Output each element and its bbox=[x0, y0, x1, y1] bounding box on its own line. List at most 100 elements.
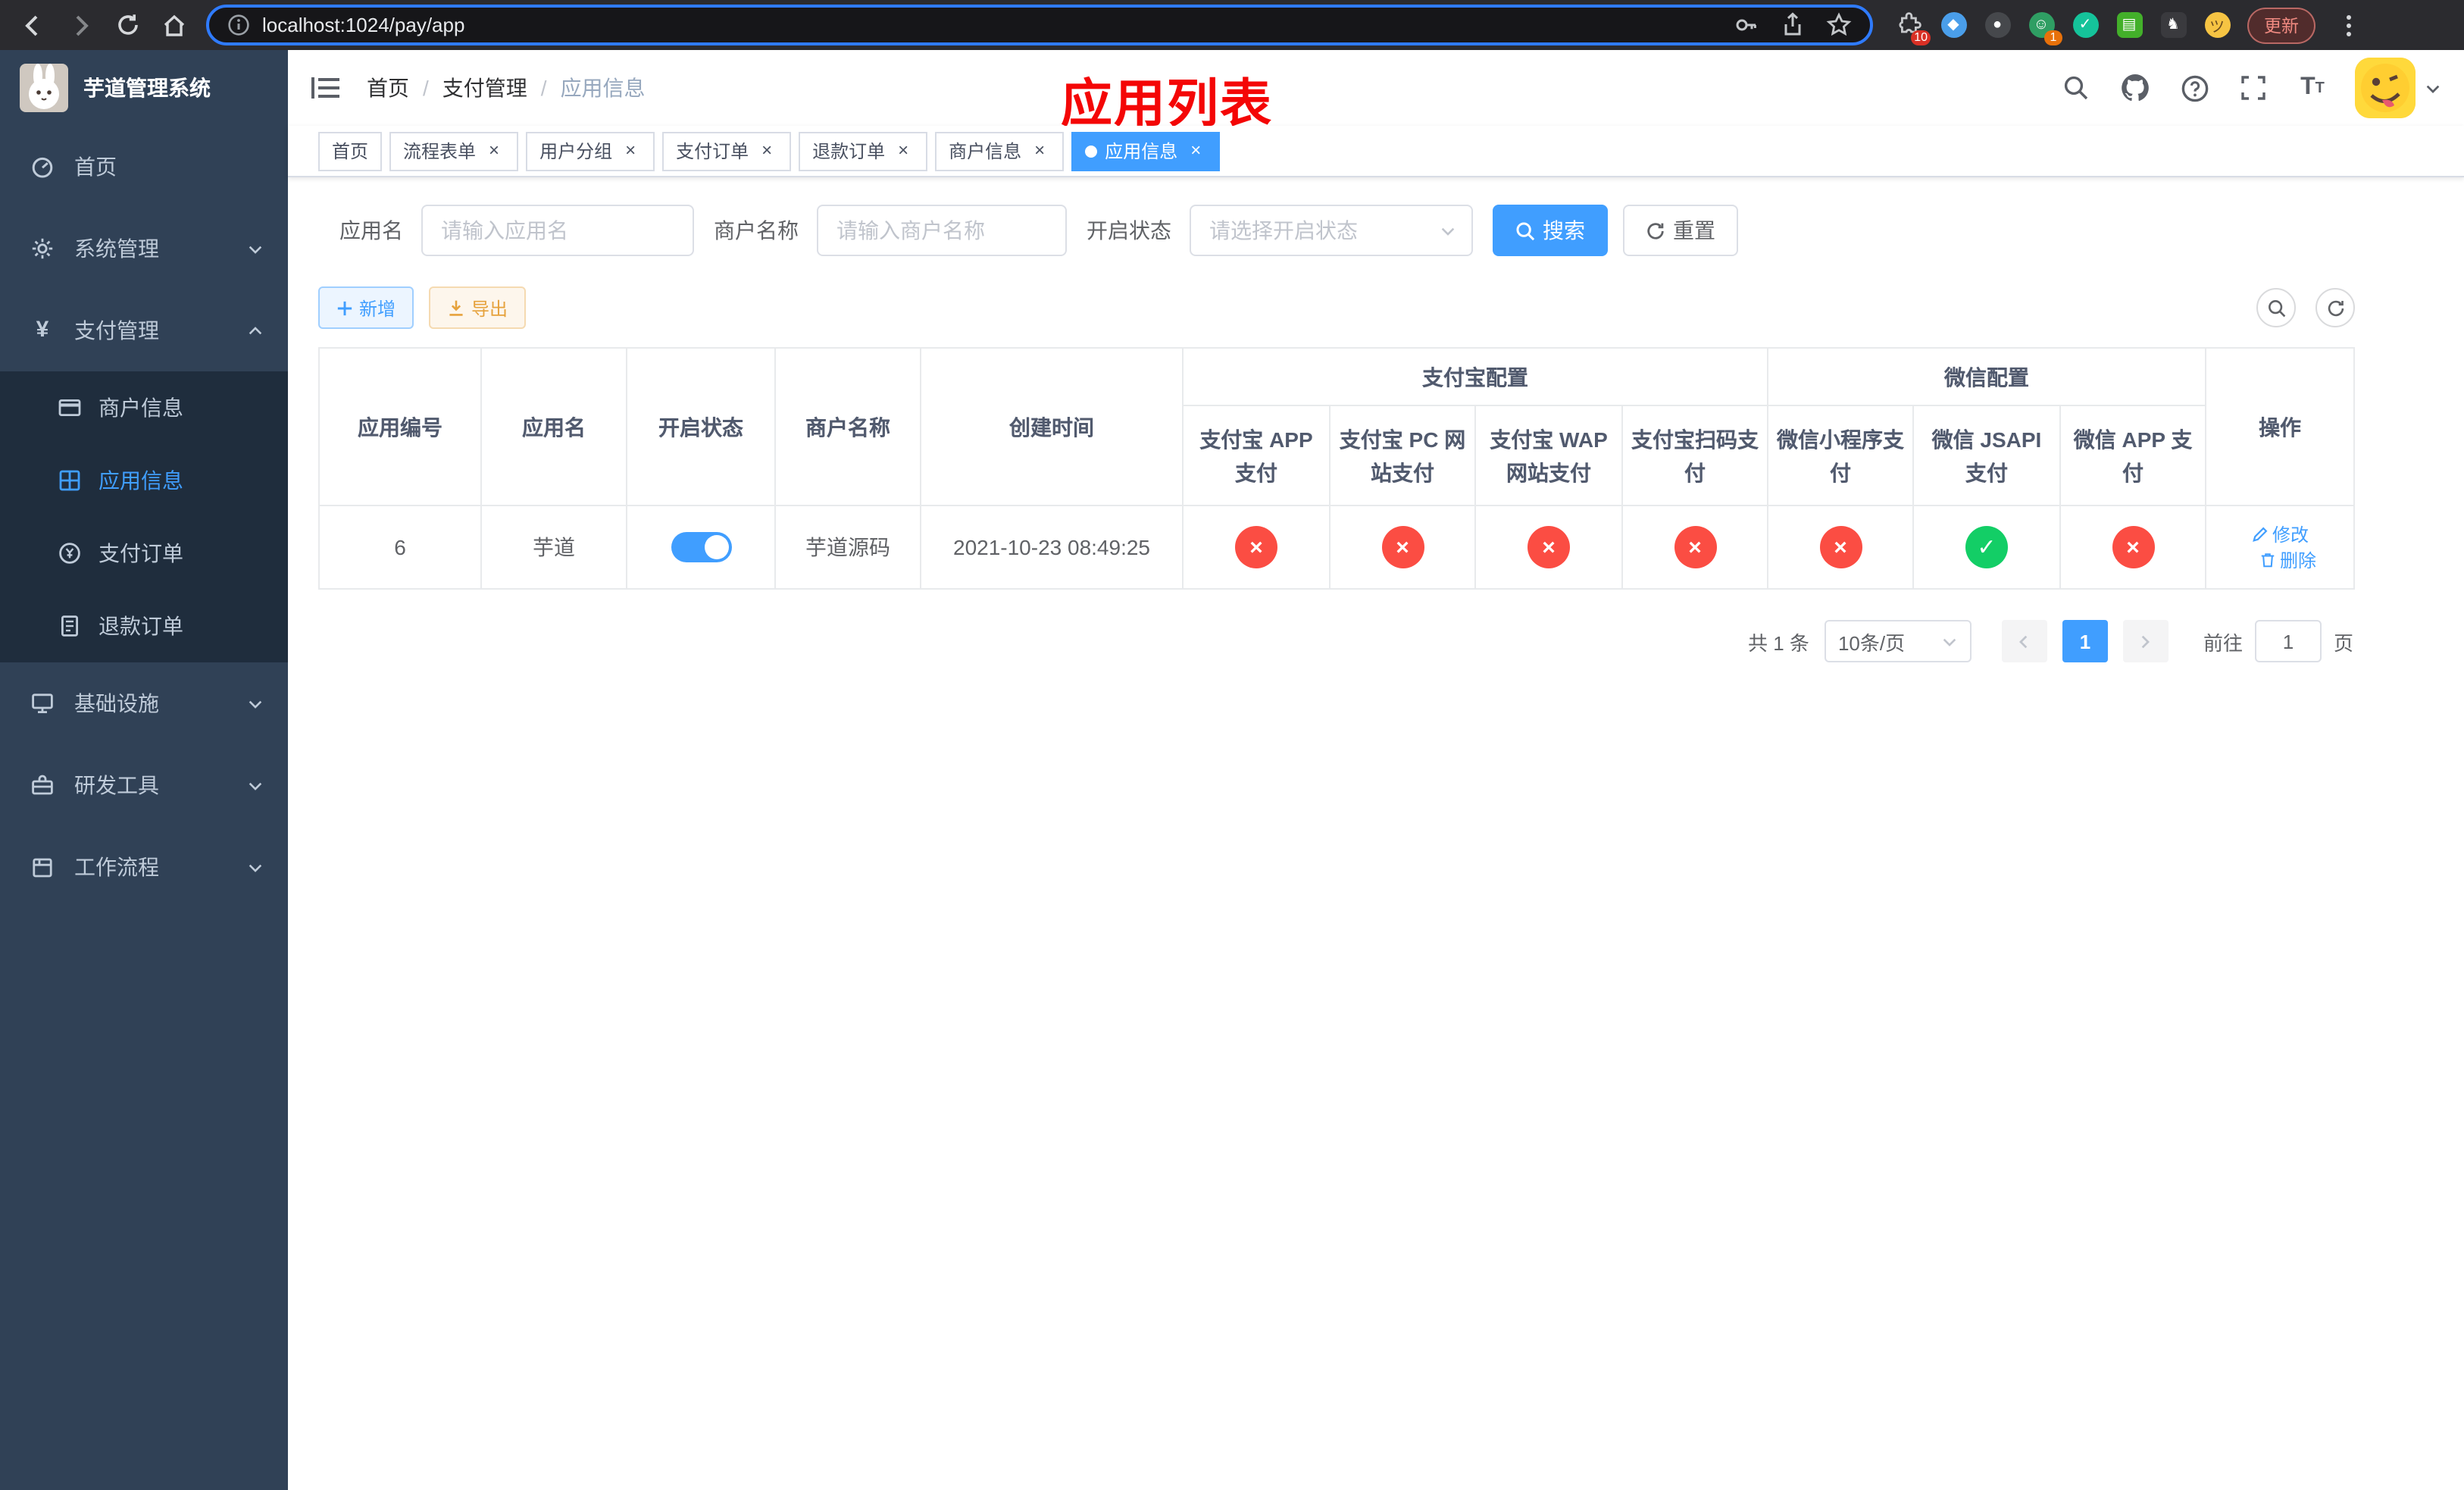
github-icon[interactable] bbox=[2118, 71, 2152, 105]
sidebar-item-label: 首页 bbox=[74, 155, 117, 179]
dashboard-icon bbox=[30, 155, 55, 179]
home-icon[interactable] bbox=[153, 4, 195, 46]
page-content: 应用名 商户名称 开启状态 请选择开启状态 bbox=[288, 177, 2464, 1490]
monitor-icon bbox=[30, 691, 55, 715]
payment-submenu: 商户信息 应用信息 支付订单 退款订单 bbox=[0, 371, 288, 662]
gear-icon bbox=[30, 236, 55, 261]
refresh-button[interactable] bbox=[2315, 288, 2355, 327]
font-size-icon[interactable]: TT bbox=[2296, 71, 2329, 105]
sidebar-item-infrastructure[interactable]: 基础设施 bbox=[0, 662, 288, 744]
search-icon[interactable] bbox=[2059, 71, 2093, 105]
share-icon[interactable] bbox=[1781, 12, 1805, 38]
app-name-input[interactable] bbox=[421, 205, 694, 256]
delete-link[interactable]: 删除 bbox=[2259, 547, 2316, 573]
col-header-wechat-jsapi: 微信 JSAPI 支付 bbox=[1912, 405, 2061, 506]
breadcrumb-payment[interactable]: 支付管理 bbox=[442, 73, 527, 103]
sidebar-item-merchant-info[interactable]: 商户信息 bbox=[0, 371, 288, 444]
forward-icon[interactable] bbox=[59, 4, 102, 46]
wechat-mini-flag-icon: × bbox=[1819, 526, 1862, 568]
cell-created: 2021-10-23 08:49:25 bbox=[920, 505, 1184, 590]
user-menu[interactable] bbox=[2355, 58, 2441, 118]
col-header-wechat-app: 微信 APP 支付 bbox=[2059, 405, 2207, 506]
tab-merchant-info[interactable]: 商户信息 × bbox=[935, 131, 1065, 171]
close-icon[interactable]: × bbox=[620, 139, 641, 161]
site-info-icon[interactable] bbox=[227, 14, 250, 36]
chevron-down-icon bbox=[247, 777, 264, 794]
col-header-alipay-wap: 支付宝 WAP 网站支付 bbox=[1474, 405, 1623, 506]
prev-page-button[interactable] bbox=[2001, 620, 2047, 662]
back-icon[interactable] bbox=[12, 4, 55, 46]
col-header-alipay-qr: 支付宝扫码支付 bbox=[1621, 405, 1768, 506]
password-key-icon[interactable] bbox=[1734, 12, 1759, 38]
reload-icon[interactable] bbox=[106, 4, 149, 46]
address-bar[interactable]: localhost:1024/pay/app bbox=[206, 5, 1873, 45]
chevron-up-icon bbox=[247, 322, 264, 339]
cell-app-name: 芋道 bbox=[480, 505, 627, 590]
sidebar-item-label: 系统管理 bbox=[74, 236, 159, 261]
sidebar-item-label: 支付订单 bbox=[98, 541, 183, 565]
browser-menu-icon[interactable] bbox=[2328, 4, 2370, 46]
merchant-name-input[interactable] bbox=[817, 205, 1067, 256]
extension-icon[interactable]: ● bbox=[1982, 10, 2012, 40]
sidebar-collapse-icon[interactable] bbox=[311, 71, 344, 105]
breadcrumb-current: 应用信息 bbox=[560, 76, 646, 100]
next-page-button[interactable] bbox=[2122, 620, 2169, 662]
wechat-jsapi-flag-icon: ✓ bbox=[1965, 526, 2008, 568]
status-select[interactable]: 请选择开启状态 bbox=[1190, 205, 1473, 256]
close-icon[interactable]: × bbox=[756, 139, 777, 161]
toggle-search-button[interactable] bbox=[2256, 288, 2296, 327]
reset-button[interactable]: 重置 bbox=[1623, 205, 1738, 256]
extension-icon[interactable]: ♞ bbox=[2158, 10, 2188, 40]
help-icon[interactable] bbox=[2178, 71, 2211, 105]
add-button[interactable]: 新增 bbox=[318, 286, 414, 329]
tab-refund-orders[interactable]: 退款订单 × bbox=[799, 131, 928, 171]
sidebar-item-app-info[interactable]: 应用信息 bbox=[0, 444, 288, 517]
screen: localhost:1024/pay/app 10 ◆ ● ☺ 1 ✓ ▤ ♞ … bbox=[0, 0, 2464, 1490]
avatar[interactable] bbox=[2355, 58, 2416, 118]
extension-icon[interactable]: ◆ bbox=[1938, 10, 1968, 40]
logo-avatar bbox=[20, 64, 68, 112]
tab-process-form[interactable]: 流程表单 × bbox=[389, 131, 519, 171]
sidebar-item-home[interactable]: 首页 bbox=[0, 126, 288, 208]
fullscreen-icon[interactable] bbox=[2237, 71, 2270, 105]
browser-update-button[interactable]: 更新 bbox=[2247, 7, 2315, 43]
edit-link[interactable]: 修改 bbox=[2251, 521, 2309, 547]
profile-avatar-icon[interactable]: ツ bbox=[2202, 10, 2232, 40]
col-header-status: 开启状态 bbox=[626, 347, 776, 506]
close-icon[interactable]: × bbox=[1029, 139, 1050, 161]
extension-icon[interactable]: ▤ bbox=[2114, 10, 2144, 40]
alipay-pc-flag-icon: × bbox=[1381, 526, 1424, 568]
group-header-alipay: 支付宝配置 bbox=[1182, 347, 1768, 406]
search-button[interactable]: 搜索 bbox=[1493, 205, 1608, 256]
tab-user-group[interactable]: 用户分组 × bbox=[526, 131, 655, 171]
extensions-puzzle-icon[interactable]: 10 bbox=[1894, 10, 1931, 45]
chevron-down-icon bbox=[247, 240, 264, 257]
wechat-app-flag-icon: × bbox=[2112, 526, 2155, 568]
sidebar-item-dev-tools[interactable]: 研发工具 bbox=[0, 744, 288, 826]
close-icon[interactable]: × bbox=[483, 139, 505, 161]
sidebar-item-system[interactable]: 系统管理 bbox=[0, 208, 288, 290]
sidebar-item-label: 工作流程 bbox=[74, 855, 159, 879]
page-number-button[interactable]: 1 bbox=[2062, 620, 2108, 662]
sidebar-item-refund-orders[interactable]: 退款订单 bbox=[0, 590, 288, 662]
close-icon[interactable]: × bbox=[893, 139, 914, 161]
sidebar-item-pay-orders[interactable]: 支付订单 bbox=[0, 517, 288, 590]
bookmark-star-icon[interactable] bbox=[1826, 12, 1852, 38]
tab-home[interactable]: 首页 bbox=[318, 131, 383, 171]
tab-app-info[interactable]: 应用信息 × bbox=[1071, 131, 1221, 171]
page-size-select[interactable]: 10条/页 bbox=[1824, 620, 1972, 662]
page-unit-label: 页 bbox=[2333, 631, 2353, 654]
breadcrumb-home[interactable]: 首页 bbox=[367, 73, 409, 103]
yen-icon: ¥ bbox=[36, 317, 49, 343]
tab-pay-orders[interactable]: 支付订单 × bbox=[662, 131, 792, 171]
url-text[interactable]: localhost:1024/pay/app bbox=[262, 14, 464, 36]
sidebar-item-workflow[interactable]: 工作流程 bbox=[0, 826, 288, 908]
app-logo[interactable]: 芋道管理系统 bbox=[0, 50, 288, 126]
extension-icon[interactable]: ✓ bbox=[2070, 10, 2100, 40]
goto-page-input[interactable] bbox=[2254, 620, 2322, 662]
sidebar-item-payment[interactable]: ¥ 支付管理 bbox=[0, 290, 288, 371]
export-button[interactable]: 导出 bbox=[429, 286, 527, 329]
extension-icon[interactable]: ☺ 1 bbox=[2026, 10, 2062, 45]
status-toggle[interactable] bbox=[671, 532, 731, 562]
close-icon[interactable]: × bbox=[1185, 139, 1206, 161]
